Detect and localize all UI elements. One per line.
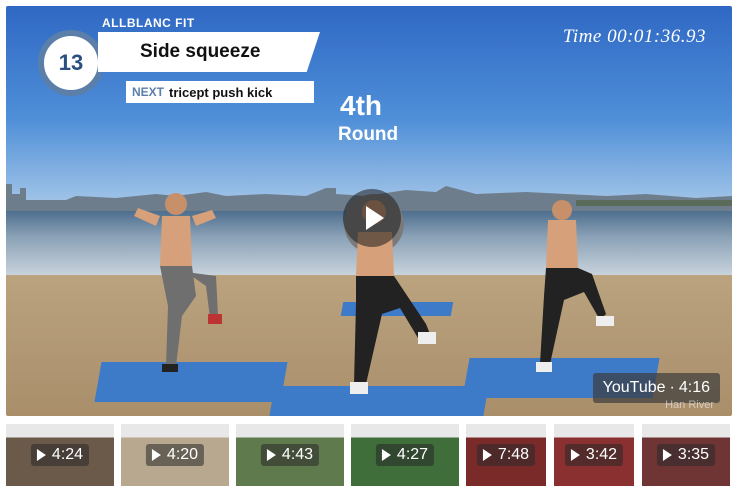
main-video-player[interactable]: 13 ALLBLANC FIT Side squeeze NEXT tricep…: [6, 6, 732, 416]
workout-timer: Time 00:01:36.93: [563, 26, 706, 48]
round-number: 4th: [340, 90, 382, 121]
exercise-name: Side squeeze: [140, 41, 261, 62]
related-videos-strip: 4:24 4:20 4:43 4:27 7:48 3:42 3:35: [6, 424, 736, 486]
thumbnail-duration: 4:43: [260, 444, 320, 466]
location-watermark: Han River: [665, 399, 714, 411]
video-thumbnail[interactable]: 4:24: [6, 424, 114, 486]
thumbnail-duration: 4:24: [30, 444, 90, 466]
exercise-number-badge: 13: [38, 30, 104, 96]
timer-value: 00:01:36.93: [607, 26, 706, 47]
play-button[interactable]: [343, 189, 401, 247]
thumbnail-duration: 4:20: [145, 444, 205, 466]
thumbnail-duration: 7:48: [476, 444, 536, 466]
exercise-name-banner: Side squeeze: [98, 32, 320, 72]
video-thumbnail[interactable]: 7:48: [466, 424, 546, 486]
athlete-left: [134, 193, 222, 372]
video-thumbnail[interactable]: 4:20: [121, 424, 229, 486]
video-thumbnail[interactable]: 4:43: [236, 424, 344, 486]
round-label: Round: [338, 124, 399, 145]
next-exercise-bar: NEXT tricept push kick: [126, 81, 314, 103]
timer-label: Time: [562, 26, 602, 47]
thumbnail-duration: 3:42: [564, 444, 624, 466]
video-thumbnail[interactable]: 3:35: [642, 424, 730, 486]
thumbnail-duration: 3:35: [656, 444, 716, 466]
athlete-right: [536, 200, 614, 372]
next-label: NEXT: [132, 85, 165, 99]
video-duration: 4:16: [678, 379, 710, 396]
next-exercise-name: tricept push kick: [169, 84, 273, 100]
brand-label: ALLBLANC FIT: [102, 16, 195, 30]
youtube-label: YouTube: [602, 379, 666, 396]
exercise-number: 13: [58, 50, 84, 75]
video-thumbnail[interactable]: 3:42: [554, 424, 634, 486]
video-thumbnail[interactable]: 4:27: [351, 424, 459, 486]
thumbnail-duration: 4:27: [375, 444, 435, 466]
